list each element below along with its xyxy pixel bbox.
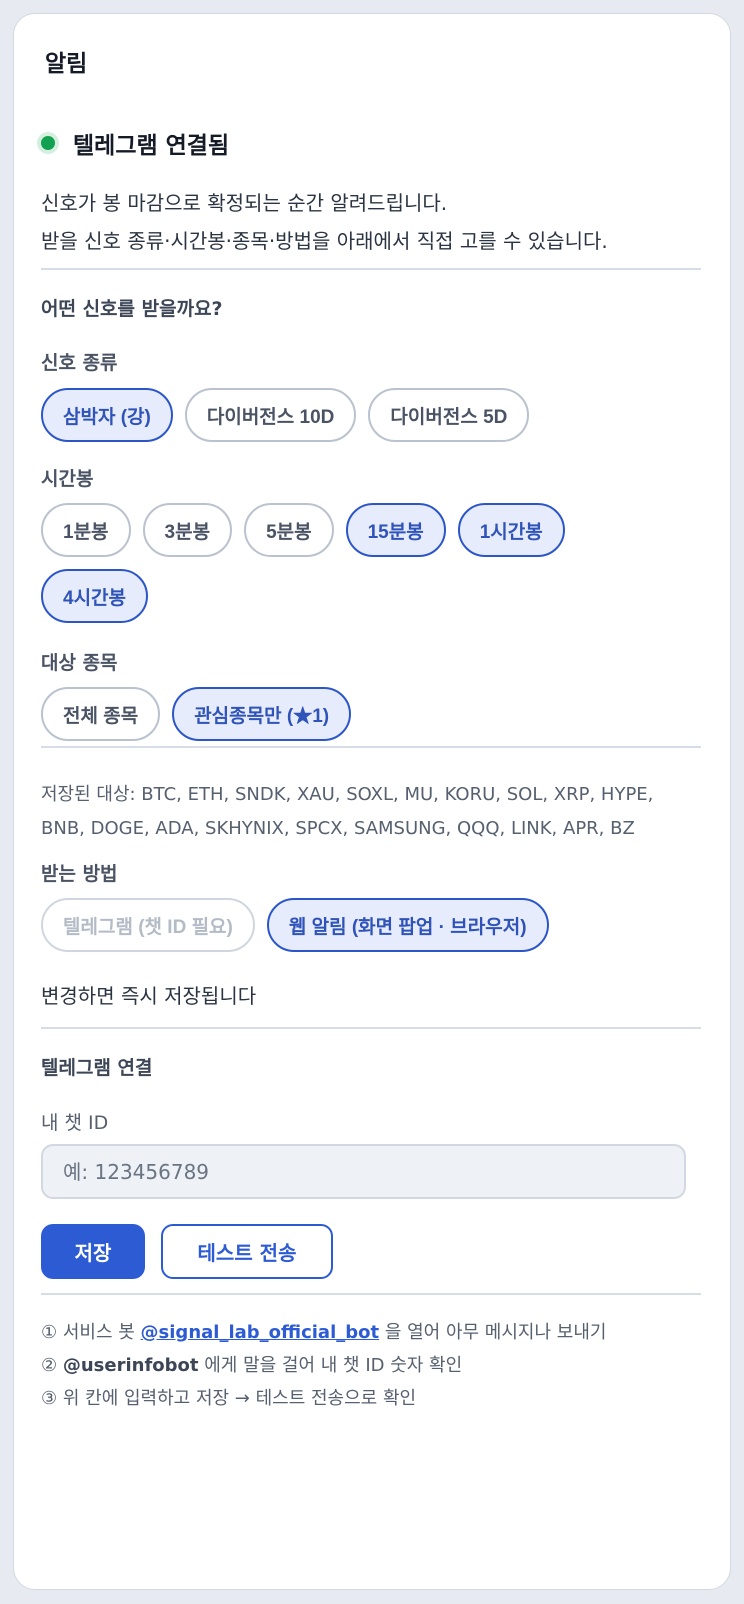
- chat-id-label: 내 챗 ID: [41, 1112, 109, 1134]
- connection-status: 텔레그램 연결됨: [41, 126, 229, 160]
- chip-signal-triple[interactable]: 삼박자 (강): [41, 388, 173, 442]
- target-label: 대상 종목: [41, 652, 118, 674]
- autosave-note: 변경하면 즉시 저장됩니다: [41, 984, 257, 1008]
- step-1-prefix: ① 서비스 봇: [41, 1322, 141, 1343]
- chip-target-watchlist[interactable]: 관심종목만 (★1): [172, 687, 352, 741]
- save-button[interactable]: 저장: [41, 1224, 145, 1279]
- step-1-suffix: 을 열어 아무 메시지나 보내기: [379, 1322, 607, 1343]
- chip-timeframe-5m[interactable]: 5분봉: [244, 503, 334, 557]
- signal-type-label: 신호 종류: [41, 352, 118, 374]
- chip-timeframe-1h[interactable]: 1시간봉: [457, 503, 565, 557]
- chip-timeframe-4h[interactable]: 4시간봉: [41, 569, 149, 623]
- target-options: 전체 종목 관심종목만 (★1): [41, 687, 701, 741]
- notifications-card: 알림 텔레그램 연결됨 신호가 봉 마감으로 확정되는 순간 알려드립니다. 받…: [13, 13, 731, 1590]
- description-line-2: 받을 신호 종류·시간봉·종목·방법을 아래에서 직접 고를 수 있습니다.: [41, 229, 608, 253]
- description-line-1: 신호가 봉 마감으로 확정되는 순간 알려드립니다.: [41, 191, 448, 215]
- preferences-heading: 어떤 신호를 받을까요?: [41, 298, 223, 320]
- step-1: ① 서비스 봇 @signal_lab_official_bot 을 열어 아무…: [41, 1316, 711, 1349]
- chip-timeframe-3m[interactable]: 3분봉: [142, 503, 233, 557]
- chip-target-all[interactable]: 전체 종목: [41, 687, 161, 741]
- timeframe-options: 1분봉 3분봉 5분봉 15분봉 1시간봉 4시간봉: [41, 503, 601, 623]
- chip-signal-divergence-5d[interactable]: 다이버전스 5D: [368, 388, 530, 442]
- chip-method-web[interactable]: 웹 알림 (화면 팝업 · 브라우저): [266, 898, 549, 952]
- step-2-suffix: 에게 말을 걸어 내 챗 ID 숫자 확인: [198, 1355, 463, 1376]
- saved-targets-text: 저장된 대상: BTC, ETH, SNDK, XAU, SOXL, MU, K…: [41, 784, 654, 839]
- chip-signal-divergence-10d[interactable]: 다이버전스 10D: [184, 388, 357, 442]
- chip-timeframe-1m[interactable]: 1분봉: [41, 503, 131, 557]
- method-options: 텔레그램 (챗 ID 필요) 웹 알림 (화면 팝업 · 브라우저): [41, 898, 701, 952]
- setup-steps: ① 서비스 봇 @signal_lab_official_bot 을 열어 아무…: [41, 1316, 711, 1415]
- step-2: ② @userinfobot 에게 말을 걸어 내 챗 ID 숫자 확인: [41, 1349, 711, 1382]
- divider: [41, 268, 701, 270]
- divider: [41, 1027, 701, 1029]
- telegram-heading: 텔레그램 연결: [41, 1057, 153, 1079]
- description: 신호가 봉 마감으로 확정되는 순간 알려드립니다. 받을 신호 종류·시간봉·…: [41, 184, 701, 260]
- step-3: ③ 위 칸에 입력하고 저장 → 테스트 전송으로 확인: [41, 1388, 417, 1409]
- method-label: 받는 방법: [41, 863, 118, 885]
- chip-method-telegram[interactable]: 텔레그램 (챗 ID 필요): [41, 898, 255, 952]
- chip-timeframe-15m[interactable]: 15분봉: [345, 503, 446, 557]
- userinfobot-name: @userinfobot: [62, 1355, 199, 1376]
- status-text: 텔레그램 연결됨: [73, 133, 230, 159]
- step-2-prefix: ②: [41, 1355, 63, 1376]
- online-dot-icon: [41, 136, 55, 150]
- test-send-button[interactable]: 테스트 전송: [161, 1224, 333, 1279]
- timeframe-label: 시간봉: [41, 468, 94, 490]
- page-title: 알림: [45, 51, 88, 77]
- divider: [41, 746, 701, 748]
- signal-type-options: 삼박자 (강) 다이버전스 10D 다이버전스 5D: [41, 388, 701, 442]
- divider: [41, 1293, 701, 1295]
- bot-link[interactable]: @signal_lab_official_bot: [141, 1322, 380, 1343]
- chat-id-input[interactable]: [41, 1144, 686, 1199]
